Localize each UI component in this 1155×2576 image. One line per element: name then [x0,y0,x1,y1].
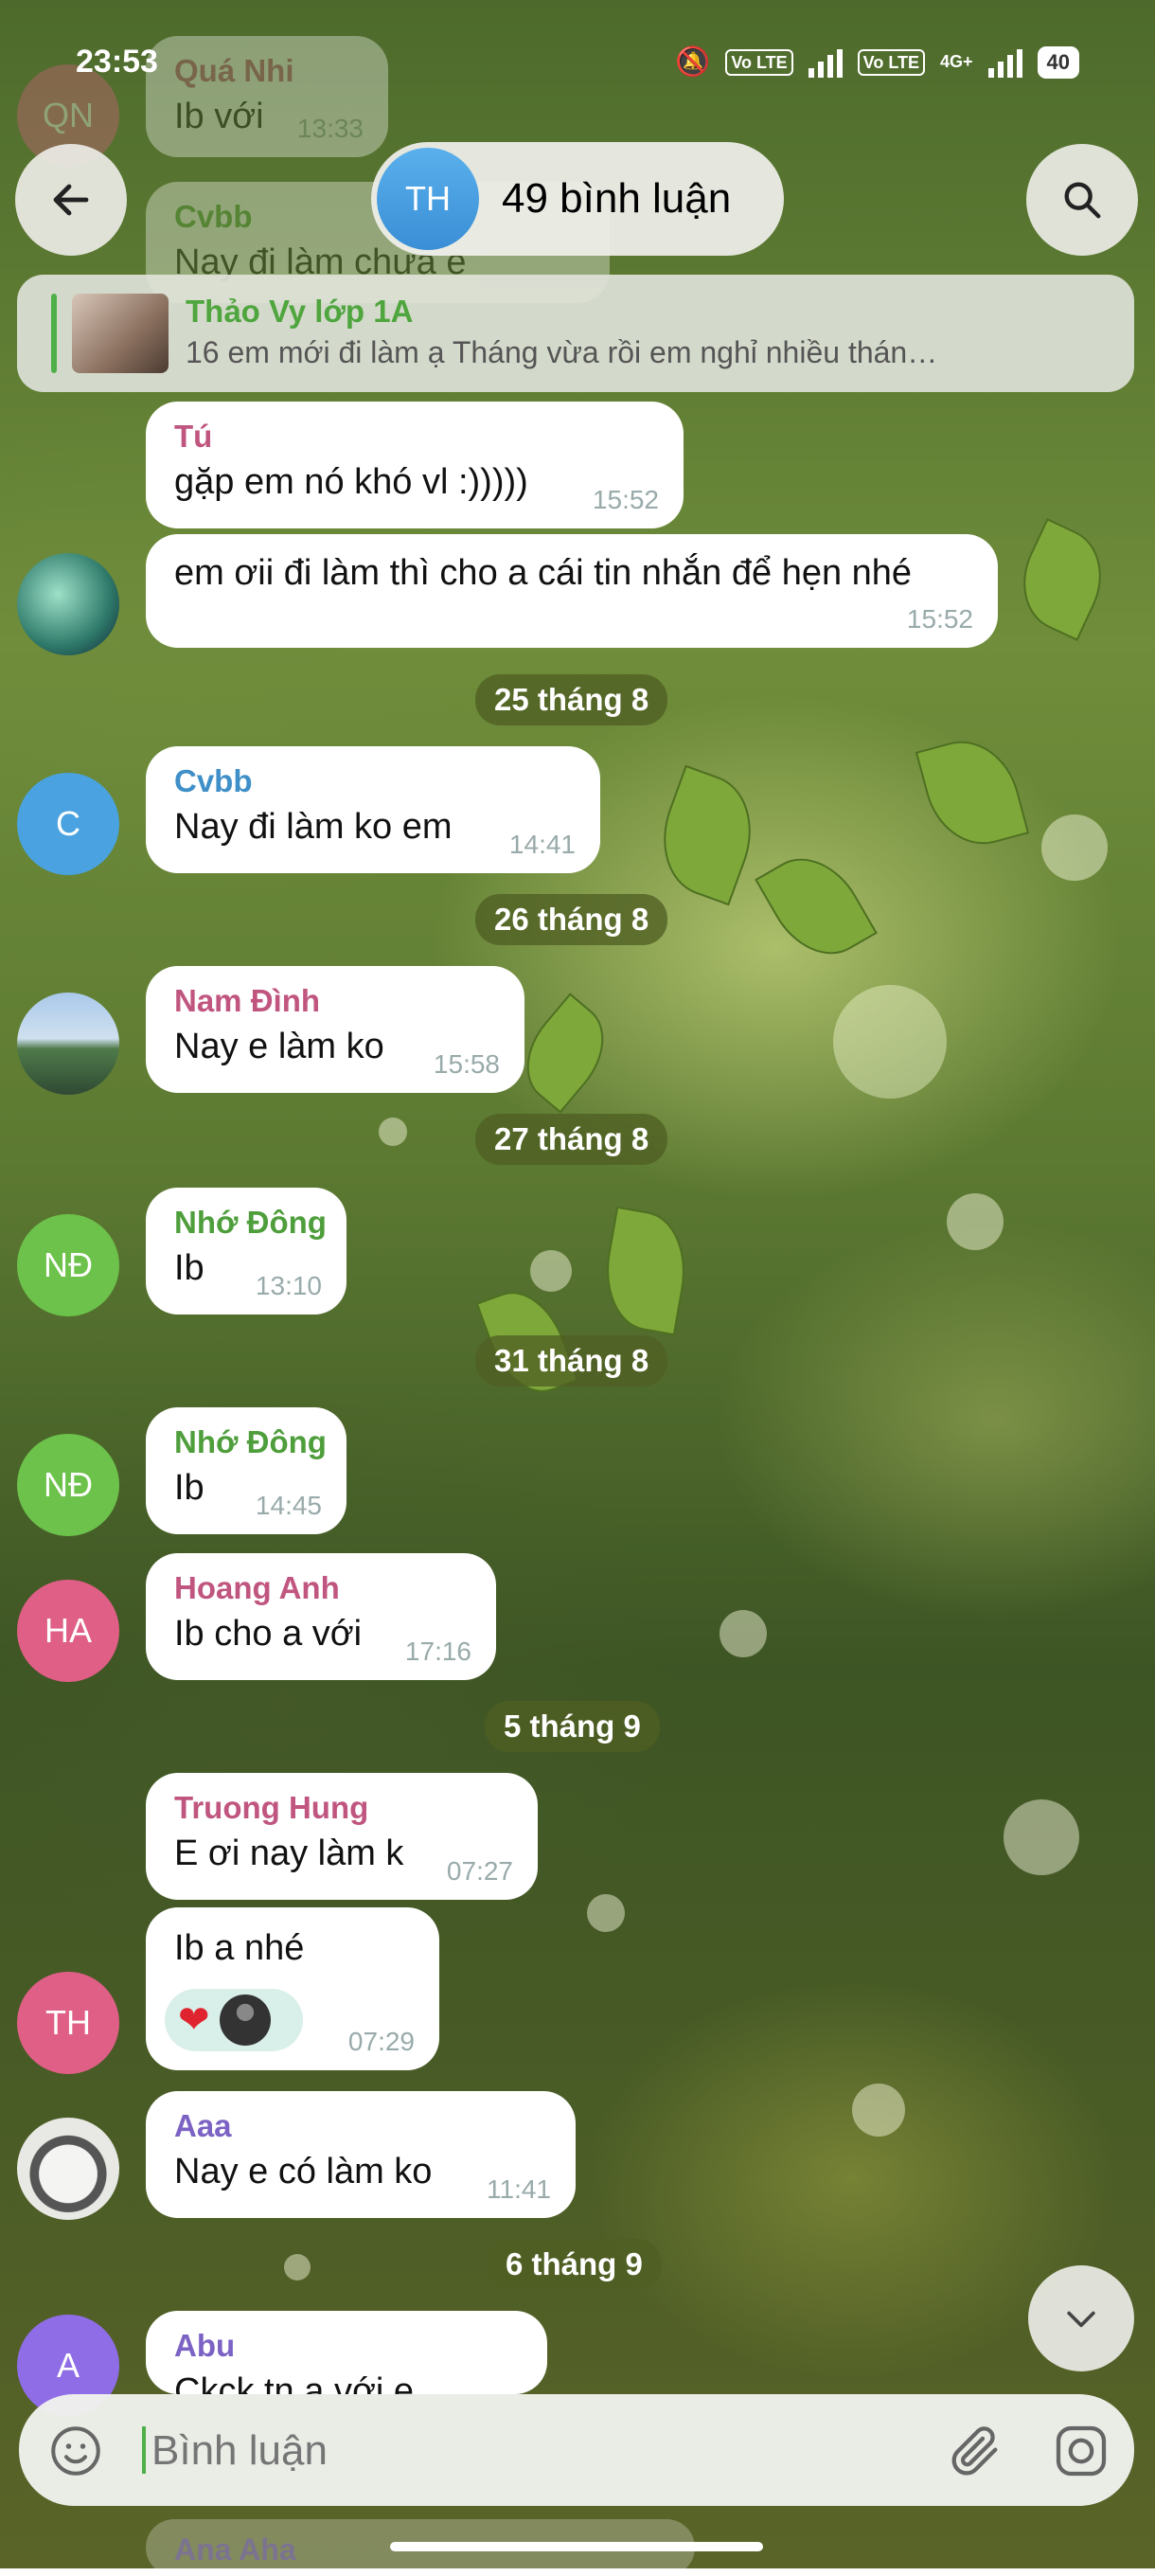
volte-icon: Vo LTE [725,48,793,76]
attach-icon [951,2426,998,2476]
message-bubble[interactable]: Tú gặp em nó khó vl :))))) 15:52 [146,402,684,528]
message-bubble[interactable]: Nhớ Đông Ib 14:45 [146,1407,346,1534]
pinned-thumbnail [72,294,169,373]
date-separator: 27 tháng 8 [475,1114,668,1165]
message-time: 13:10 [255,1271,322,1300]
avatar[interactable] [17,553,119,655]
avatar[interactable]: NĐ [17,1214,119,1316]
pinned-preview: 16 em mới đi làm ạ Tháng vừa rồi em nghỉ… [186,335,938,369]
date-separator: 6 tháng 9 [487,2239,662,2290]
message-time: 07:27 [446,1856,513,1886]
message-bubble[interactable]: Truong Hung E ơi nay làm k 07:27 [146,1773,538,1900]
sender-name: Nhớ Đông [174,1205,327,1240]
chat-header[interactable]: TH 49 bình luận [371,142,784,256]
date-separator: 31 tháng 8 [475,1335,668,1386]
pinned-message[interactable]: Thảo Vy lớp 1A 16 em mới đi làm ạ Tháng … [17,275,1134,392]
sender-name: Tú [174,419,213,454]
status-bar: 23:53 🔕 Vo LTE Vo LTE 4G+ 40 [0,0,1155,123]
header-avatar: TH [377,148,479,250]
avatar[interactable]: TH [17,1972,119,2074]
date-separator: 26 tháng 8 [475,894,668,945]
search-button[interactable] [1026,144,1138,256]
message-time: 07:29 [347,2027,415,2056]
date-separator: 5 tháng 9 [485,1701,660,1752]
message-time: 14:45 [255,1491,322,1520]
message-bubble[interactable]: Abu Ckck tn a với e [146,2311,547,2394]
signal-icon [808,47,843,78]
message-time: 15:58 [433,1049,500,1079]
sender-name: Truong Hung [174,1790,369,1825]
camera-button[interactable] [1051,2421,1111,2481]
scroll-down-icon [1067,2311,1095,2328]
message-bubble[interactable]: Hoang Anh Ib cho a với 17:16 [146,1553,496,1680]
message-text: em ơii đi làm thì cho a cái tin nhắn để … [174,553,913,593]
attach-button[interactable] [945,2421,1005,2481]
back-button[interactable] [15,144,127,256]
mute-icon: 🔕 [674,46,711,78]
message-text: Ckck tn a với e [174,2371,414,2394]
network-type: 4G+ [939,52,973,71]
sender-name: Ana Aha [174,2532,296,2567]
volte-icon-2: Vo LTE [857,48,925,76]
reactor-avatar [219,1995,271,2046]
reactions[interactable]: ❤ [165,1989,303,2051]
home-indicator[interactable] [390,2542,763,2551]
avatar[interactable] [17,2118,119,2220]
clock: 23:53 [76,44,158,80]
sender-name: Aaa [174,2108,232,2143]
message-time: 11:41 [487,2174,551,2204]
emoji-button[interactable] [47,2423,104,2479]
camera-icon [1056,2425,1107,2477]
back-arrow-icon [53,184,89,216]
pinned-author: Thảo Vy lớp 1A [186,294,414,329]
heart-icon: ❤ [178,1999,210,2041]
sender-name: Hoang Anh [174,1570,340,1605]
message-bubble[interactable]: Nam Đình Nay e làm ko 15:58 [146,966,524,1093]
message-bubble[interactable]: Nhớ Đông Ib 13:10 [146,1188,346,1315]
message-text: gặp em nó khó vl :))))) [174,462,528,502]
message-bubble[interactable]: em ơii đi làm thì cho a cái tin nhắn để … [146,534,998,648]
message-time: 15:52 [906,604,973,634]
avatar[interactable]: HA [17,1580,119,1682]
sender-name: Nhớ Đông [174,1424,327,1459]
comment-input-bar [19,2394,1134,2506]
message-time: 17:16 [404,1637,471,1666]
page-title: 49 bình luận [502,175,732,222]
signal-icon-2 [987,47,1022,78]
date-separator: 25 tháng 8 [475,674,668,725]
sender-name: Abu [174,2328,236,2363]
message-bubble[interactable]: Cvbb Nay đi làm ko em 14:41 [146,746,600,873]
avatar[interactable]: C [17,773,119,875]
comment-input[interactable] [150,2413,911,2489]
scroll-down-button[interactable] [1028,2265,1134,2371]
avatar[interactable]: NĐ [17,1434,119,1536]
search-icon [1064,182,1101,219]
message-time: 14:41 [508,830,576,859]
message-time: 15:52 [592,485,659,514]
avatar[interactable] [17,993,119,1095]
sender-name: Nam Đình [174,983,321,1018]
battery-indicator: 40 [1037,45,1079,79]
text-cursor [142,2426,146,2474]
sender-name: Cvbb [174,763,253,798]
pinned-accent-bar [51,294,57,373]
message-bubble[interactable]: Aaa Nay e có làm ko 11:41 [146,2091,576,2218]
message-bubble[interactable]: Ib a nhé ❤ 07:29 [146,1907,439,2070]
message-text: Ib a nhé [174,1928,305,1968]
emoji-icon [51,2426,100,2476]
